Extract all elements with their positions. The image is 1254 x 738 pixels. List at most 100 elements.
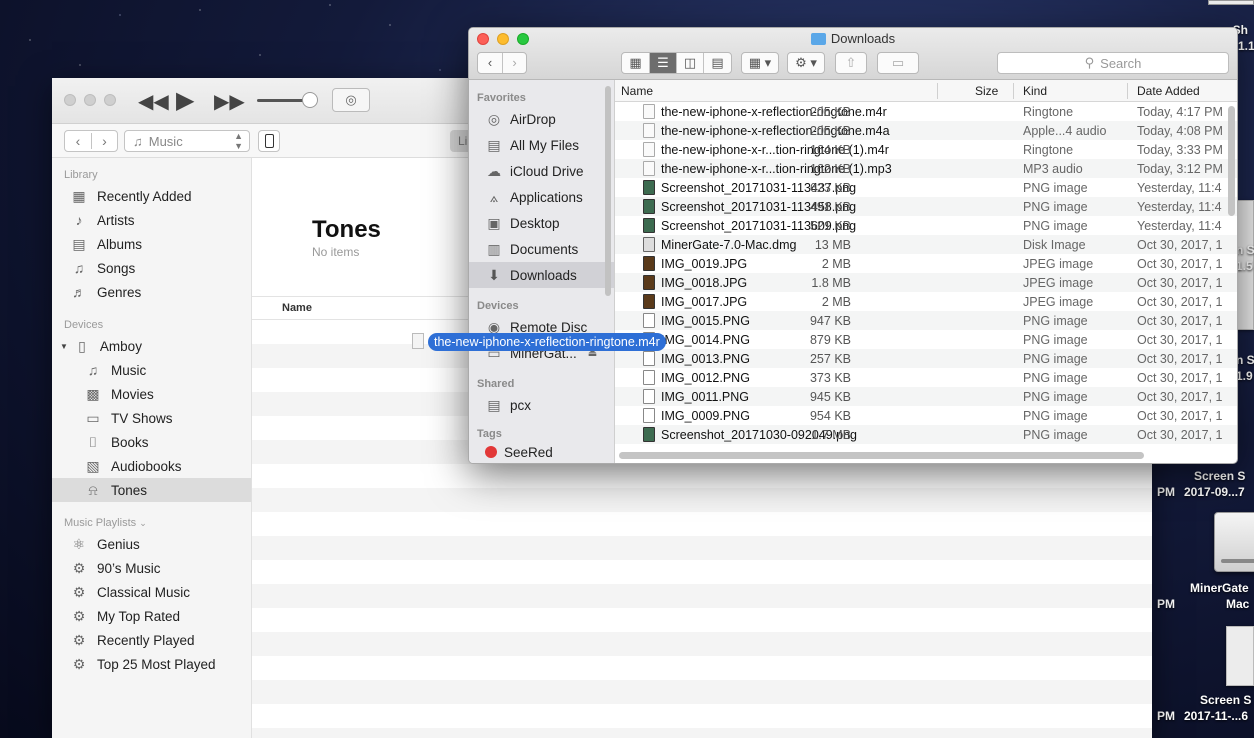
forward-button[interactable]: ›: [502, 53, 526, 73]
sidebar-scrollbar[interactable]: [605, 86, 611, 296]
file-row[interactable]: IMG_0013.PNG 257 KB PNG image Oct 30, 2017,…: [615, 349, 1237, 368]
file-row[interactable]: IMG_0014.PNG 879 KB PNG image Oct 30, 2017,…: [615, 330, 1237, 349]
file-row[interactable]: MinerGate-7.0-Mac.dmg 13 MB Disk Image Oct …: [615, 235, 1237, 254]
horizontal-scrollbar[interactable]: [619, 452, 1144, 459]
book-icon: ⌷: [88, 433, 98, 450]
sidebar-item-my-top-rated[interactable]: ⚙ My Top Rated: [52, 604, 251, 628]
file-kind: PNG image: [1023, 180, 1088, 195]
sidebar-item-documents[interactable]: ▥ Documents: [469, 236, 614, 262]
file-row[interactable]: the-new-iphone-x-reflection-ringtone.m4r…: [615, 102, 1237, 121]
column-view-icon[interactable]: ◫: [676, 53, 703, 73]
back-button[interactable]: ‹: [65, 133, 91, 149]
file-row[interactable]: IMG_0011.PNG 945 KB PNG image Oct 30, 2017,…: [615, 387, 1237, 406]
file-kind: PNG image: [1023, 332, 1088, 347]
file-row[interactable]: the-new-iphone-x-reflection-ringtone.m4a…: [615, 121, 1237, 140]
sidebar-item-applications[interactable]: ⟑ Applications: [469, 184, 614, 210]
sidebar-item-audiobooks[interactable]: ▧ Audiobooks: [52, 454, 251, 478]
sidebar-item-artists[interactable]: ♪ Artists: [52, 208, 251, 232]
minimize-button[interactable]: [84, 94, 96, 106]
file-row[interactable]: Screenshot_20171031-113437.png 623 KB PNG …: [615, 178, 1237, 197]
file-row[interactable]: the-new-iphone-x-r...tion-ringtone (1).m…: [615, 140, 1237, 159]
sidebar-item-pcx[interactable]: ▤ pcx: [469, 392, 614, 418]
sidebar-item-genius[interactable]: ⚛ Genius: [52, 532, 251, 556]
back-button[interactable]: ‹: [478, 53, 502, 73]
sidebar-item-tv-shows[interactable]: ▭ TV Shows: [52, 406, 251, 430]
disclosure-triangle-icon[interactable]: ▼: [60, 342, 68, 351]
sidebar-item-all-my-files[interactable]: ▤ All My Files: [469, 132, 614, 158]
list-view-icon[interactable]: ☰: [649, 53, 676, 73]
png-file-icon: [643, 408, 655, 423]
volume-slider-knob[interactable]: [302, 92, 318, 108]
file-row[interactable]: Screenshot_20171030-092049.png 1.7 MB PNG …: [615, 425, 1237, 444]
desktop-screenshot-thumbnail[interactable]: [1226, 626, 1254, 686]
sidebar-item-airdrop[interactable]: ◎ AirDrop: [469, 106, 614, 132]
zoom-button[interactable]: [104, 94, 116, 106]
share-icon: ⇧: [845, 55, 857, 70]
action-button[interactable]: ⚙ ▾: [787, 52, 825, 74]
page-title: Tones: [312, 216, 381, 243]
sidebar-item-songs[interactable]: ♫ Songs: [52, 256, 251, 280]
file-row[interactable]: IMG_0009.PNG 954 KB PNG image Oct 30, 2017,…: [615, 406, 1237, 425]
page-subtitle: No items: [312, 245, 360, 259]
sidebar-item-classical-music[interactable]: ⚙ Classical Music: [52, 580, 251, 604]
coverflow-view-icon[interactable]: ▤: [703, 53, 731, 73]
sidebar-item-desktop[interactable]: ▣ Desktop: [469, 210, 614, 236]
close-button[interactable]: [64, 94, 76, 106]
file-row[interactable]: IMG_0017.JPG 2 MB JPEG image Oct 30, 2017, …: [615, 292, 1237, 311]
sidebar-item-label: AirDrop: [510, 111, 556, 127]
column-name-header[interactable]: Name: [621, 84, 653, 98]
share-button[interactable]: ⇧: [835, 52, 867, 74]
fast-forward-icon[interactable]: ▶▶: [214, 89, 245, 114]
sidebar-item-recently-played[interactable]: ⚙ Recently Played: [52, 628, 251, 652]
sidebar-item-tag[interactable]: SeeRed: [469, 442, 614, 462]
play-icon[interactable]: ▶: [176, 86, 194, 115]
file-row[interactable]: Screenshot_20171031-113609.png 521 KB PNG …: [615, 216, 1237, 235]
file-name: the-new-iphone-x-r...tion-ringtone (1).m…: [661, 142, 889, 157]
sidebar-item-tones[interactable]: ⍾ Tones: [52, 478, 251, 502]
column-size-header[interactable]: Size: [975, 84, 998, 98]
sidebar-item-device[interactable]: ▼ ▯ Amboy: [52, 334, 251, 358]
sidebar-item-downloads[interactable]: ⬇ Downloads: [469, 262, 614, 288]
file-row[interactable]: IMG_0015.PNG 947 KB PNG image Oct 30, 2017,…: [615, 311, 1237, 330]
vertical-scrollbar[interactable]: [1228, 106, 1235, 216]
file-row[interactable]: the-new-iphone-x-r...tion-ringtone (1).m…: [615, 159, 1237, 178]
file-row[interactable]: IMG_0018.JPG 1.8 MB JPEG image Oct 30, 2017…: [615, 273, 1237, 292]
sidebar-item-label: Documents: [510, 241, 579, 257]
sidebar-item-recently-added[interactable]: ▦ Recently Added: [52, 184, 251, 208]
file-date-added: Oct 30, 2017, 1: [1137, 275, 1223, 290]
sidebar-item-books[interactable]: ⌷ Books: [52, 430, 251, 454]
column-date-header[interactable]: Date Added: [1137, 84, 1200, 98]
desktop-screenshot-date: 2017-09...7: [1184, 485, 1245, 499]
sidebar-item-genres[interactable]: ♬ Genres: [52, 280, 251, 304]
sidebar-item-90-s-music[interactable]: ⚙ 90’s Music: [52, 556, 251, 580]
column-name-header[interactable]: Name: [282, 302, 312, 314]
airplay-button[interactable]: ◎: [332, 88, 370, 112]
search-input[interactable]: ⚲ Search: [997, 52, 1229, 74]
file-size: 879 KB: [809, 332, 851, 347]
sidebar-section-playlists[interactable]: Music Playlists ⌄: [52, 510, 251, 532]
sidebar-item-top-25-most-played[interactable]: ⚙ Top 25 Most Played: [52, 652, 251, 676]
device-button[interactable]: [258, 130, 280, 152]
forward-button[interactable]: ›: [91, 133, 117, 149]
tv-icon: ▭: [86, 409, 100, 426]
file-kind: Apple...4 audio: [1023, 123, 1107, 138]
sidebar-item-music[interactable]: ♫ Music: [52, 358, 251, 382]
icon-view-icon[interactable]: ▦: [622, 53, 649, 73]
media-kind-select[interactable]: ♫ Music ▲ ▼: [124, 130, 250, 152]
column-kind-header[interactable]: Kind: [1023, 84, 1047, 98]
sidebar-item-albums[interactable]: ▤ Albums: [52, 232, 251, 256]
applications-icon: ⟑: [489, 188, 499, 205]
sidebar-item-label: 90’s Music: [97, 560, 161, 576]
window-title: Downloads: [469, 31, 1237, 46]
arrange-button[interactable]: ▦ ▾: [741, 52, 779, 74]
file-row[interactable]: IMG_0012.PNG 373 KB PNG image Oct 30, 2017,…: [615, 368, 1237, 387]
file-row[interactable]: Screenshot_20171031-113458.png 491 KB PNG …: [615, 197, 1237, 216]
rewind-icon[interactable]: ◀◀: [138, 89, 169, 114]
sidebar-item-icloud-drive[interactable]: ☁ iCloud Drive: [469, 158, 614, 184]
sidebar-item-movies[interactable]: ▩ Movies: [52, 382, 251, 406]
file-date-added: Oct 30, 2017, 1: [1137, 427, 1223, 442]
file-row[interactable]: IMG_0019.JPG 2 MB JPEG image Oct 30, 2017, …: [615, 254, 1237, 273]
minergate-disk-icon[interactable]: [1214, 512, 1254, 572]
sidebar-section-tags: Tags: [477, 428, 502, 440]
tags-button[interactable]: ▭: [877, 52, 919, 74]
